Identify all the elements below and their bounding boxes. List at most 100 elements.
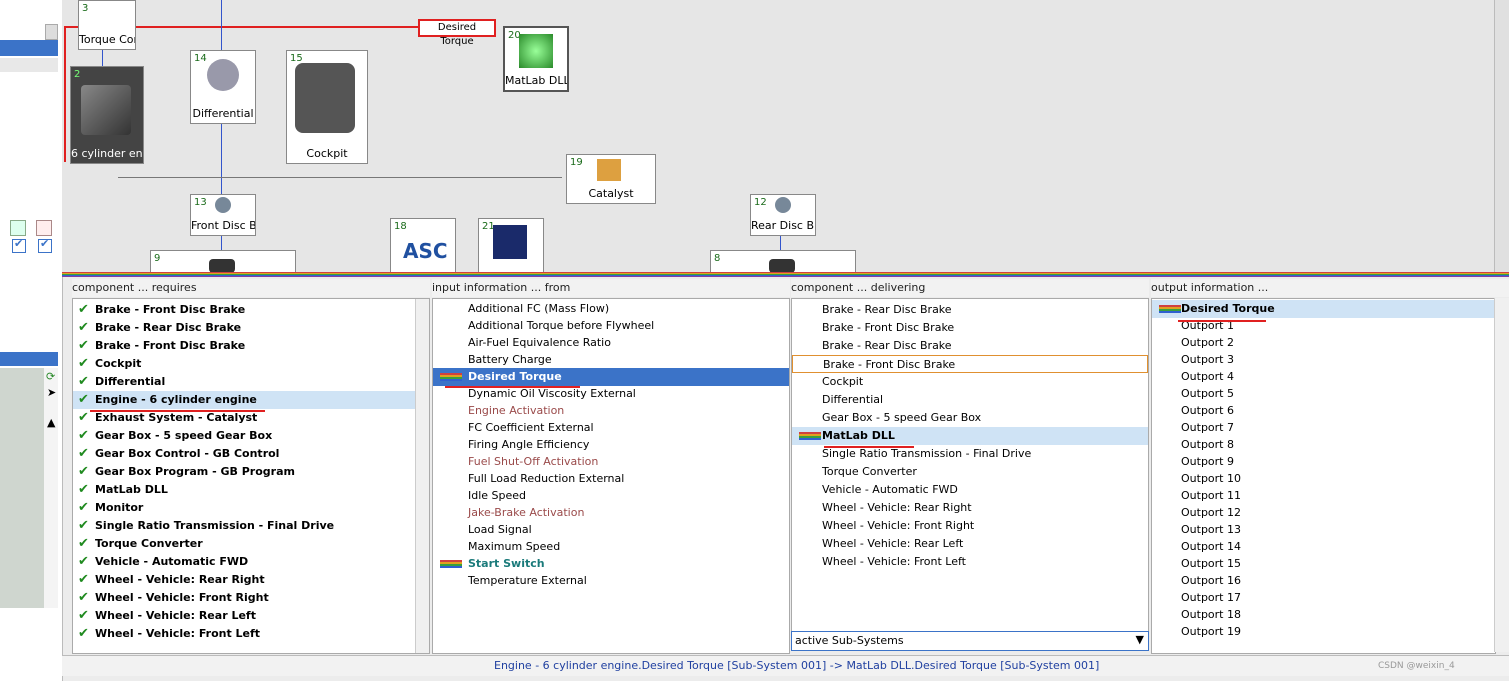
list-item[interactable]: Full Load Reduction External	[433, 470, 789, 488]
refresh-icon[interactable]: ⟳	[46, 370, 55, 383]
list-item[interactable]: ✔ MatLab DLL	[73, 481, 415, 499]
cursor-icon[interactable]: ➤	[47, 386, 56, 399]
list-item[interactable]: Vehicle - Automatic FWD	[792, 481, 1148, 499]
block-catalyst[interactable]: 19 Catalyst	[566, 154, 656, 204]
subsystem-dropdown[interactable]: active Sub-Systems ▼	[791, 631, 1149, 651]
list-item[interactable]: Additional Torque before Flywheel	[433, 317, 789, 335]
list-item[interactable]: Wheel - Vehicle: Front Left	[792, 553, 1148, 571]
list-item[interactable]: Start Switch	[433, 555, 789, 573]
list-item[interactable]: Outport 10	[1152, 470, 1495, 488]
requires-list[interactable]: ✔ Brake - Front Disc Brake ✔ Brake - Rear D…	[72, 298, 430, 654]
list-item[interactable]: Additional FC (Mass Flow)	[433, 300, 789, 318]
arrow-up-icon[interactable]: ▲	[47, 416, 55, 429]
list-item[interactable]: Fuel Shut-Off Activation	[433, 453, 789, 471]
block-front-disc-brake[interactable]: 13 Front Disc Br	[190, 194, 256, 236]
list-item[interactable]: Outport 4	[1152, 368, 1495, 386]
list-item[interactable]: Temperature External	[433, 572, 789, 590]
list-item[interactable]: ✔ Wheel - Vehicle: Rear Left	[73, 607, 415, 625]
output-scrollbar[interactable]	[1494, 298, 1509, 652]
list-item-label: Vehicle - Automatic FWD	[95, 555, 249, 568]
list-item[interactable]: Outport 19	[1152, 623, 1495, 641]
list-item[interactable]: Outport 8	[1152, 436, 1495, 454]
list-item[interactable]: Outport 15	[1152, 555, 1495, 573]
block-wheel-rear[interactable]: 8	[710, 250, 856, 272]
block-matlab-dll[interactable]: 20 MatLab DLL	[503, 26, 569, 92]
list-item[interactable]: Brake - Rear Disc Brake	[792, 301, 1148, 319]
output-list[interactable]: Desired Torque Outport 1 Outport 2 Outport …	[1151, 298, 1496, 654]
list-item[interactable]: ✔ Gear Box Program - GB Program	[73, 463, 415, 481]
list-item[interactable]: ✔ Cockpit	[73, 355, 415, 373]
list-item[interactable]: Outport 6	[1152, 402, 1495, 420]
list-item[interactable]: Maximum Speed	[433, 538, 789, 556]
list-item[interactable]: ✔ Wheel - Vehicle: Front Left	[73, 625, 415, 643]
block-wheel-front[interactable]: 9	[150, 250, 296, 272]
list-item[interactable]: Idle Speed	[433, 487, 789, 505]
diagram-canvas[interactable]: Desired Torque 3 Torque Con 2 6 cylinder…	[62, 0, 1494, 272]
list-item[interactable]: Brake - Front Disc Brake	[792, 319, 1148, 337]
block-cockpit[interactable]: 15 Cockpit	[286, 50, 368, 164]
list-item[interactable]: Desired Torque	[433, 368, 789, 386]
list-item[interactable]: Desired Torque	[1152, 300, 1495, 318]
list-item[interactable]: ✔ Engine - 6 cylinder engine	[73, 391, 415, 409]
delivering-list[interactable]: Brake - Rear Disc Brake Brake - Front Dis…	[791, 298, 1149, 632]
list-item[interactable]: ✔ Gear Box Control - GB Control	[73, 445, 415, 463]
list-item[interactable]: Outport 16	[1152, 572, 1495, 590]
list-item[interactable]: Cockpit	[792, 373, 1148, 391]
canvas-scrollbar[interactable]	[1494, 0, 1509, 272]
block-torque-converter[interactable]: 3 Torque Con	[78, 0, 136, 50]
checkbox-1[interactable]: ✔	[12, 237, 26, 253]
list-item[interactable]: Battery Charge	[433, 351, 789, 369]
list-item[interactable]: Wheel - Vehicle: Front Right	[792, 517, 1148, 535]
list-item[interactable]: ✔ Wheel - Vehicle: Front Right	[73, 589, 415, 607]
list-item[interactable]: Outport 12	[1152, 504, 1495, 522]
splitter-bar[interactable]	[62, 272, 1509, 277]
list-item[interactable]: Outport 9	[1152, 453, 1495, 471]
input-list[interactable]: Additional FC (Mass Flow) Additional Torq…	[432, 298, 790, 654]
list-item[interactable]: Outport 5	[1152, 385, 1495, 403]
list-item[interactable]: ✔ Brake - Rear Disc Brake	[73, 319, 415, 337]
checkbox-2[interactable]: ✔	[38, 237, 52, 253]
list-item[interactable]: Jake-Brake Activation	[433, 504, 789, 522]
list-item[interactable]: ✔ Torque Converter	[73, 535, 415, 553]
list-item[interactable]: FC Coefficient External	[433, 419, 789, 437]
eye-icon[interactable]	[36, 220, 52, 236]
list-item[interactable]: Gear Box - 5 speed Gear Box	[792, 409, 1148, 427]
list-item[interactable]: ✔ Brake - Front Disc Brake	[73, 301, 415, 319]
list-item[interactable]: Wheel - Vehicle: Rear Right	[792, 499, 1148, 517]
scroll-arrow-icon[interactable]	[45, 24, 58, 40]
block-differential[interactable]: 14 Differential	[190, 50, 256, 124]
list-item[interactable]: Outport 3	[1152, 351, 1495, 369]
list-item[interactable]: Air-Fuel Equivalence Ratio	[433, 334, 789, 352]
list-item[interactable]: Outport 17	[1152, 589, 1495, 607]
block-asc[interactable]: 18 ASC	[390, 218, 456, 272]
list-item[interactable]: Outport 7	[1152, 419, 1495, 437]
list-item[interactable]: ✔ Vehicle - Automatic FWD	[73, 553, 415, 571]
list-item[interactable]: Engine Activation	[433, 402, 789, 420]
list-item[interactable]: Torque Converter	[792, 463, 1148, 481]
list-item[interactable]: ✔ Gear Box - 5 speed Gear Box	[73, 427, 415, 445]
list-item-label: Outport 9	[1181, 455, 1234, 468]
list-item[interactable]: Firing Angle Efficiency	[433, 436, 789, 454]
list-item[interactable]: ✔ Wheel - Vehicle: Rear Right	[73, 571, 415, 589]
list-item[interactable]: Brake - Rear Disc Brake	[792, 337, 1148, 355]
block-engine[interactable]: 2 6 cylinder engi	[70, 66, 144, 164]
block-rear-disc-brake[interactable]: 12 Rear Disc Bre	[750, 194, 816, 236]
list-item[interactable]: Outport 18	[1152, 606, 1495, 624]
tool-icon[interactable]	[10, 220, 26, 236]
list-item[interactable]: Brake - Front Disc Brake	[792, 355, 1148, 373]
list-item[interactable]: Outport 13	[1152, 521, 1495, 539]
list-item[interactable]: Outport 14	[1152, 538, 1495, 556]
desired-torque-label[interactable]: Desired Torque	[418, 19, 496, 47]
list-item[interactable]: ✔ Brake - Front Disc Brake	[73, 337, 415, 355]
block-monitor[interactable]: 21	[478, 218, 544, 272]
list-item[interactable]: Load Signal	[433, 521, 789, 539]
list-item[interactable]: Differential	[792, 391, 1148, 409]
list-item[interactable]: ✔ Single Ratio Transmission - Final Drive	[73, 517, 415, 535]
list-item[interactable]: Wheel - Vehicle: Rear Left	[792, 535, 1148, 553]
requires-scrollbar[interactable]	[415, 299, 429, 653]
list-item[interactable]: Outport 11	[1152, 487, 1495, 505]
list-item[interactable]: ✔ Differential	[73, 373, 415, 391]
list-item[interactable]: Outport 2	[1152, 334, 1495, 352]
list-item[interactable]: ✔ Monitor	[73, 499, 415, 517]
list-item[interactable]: MatLab DLL	[792, 427, 1148, 445]
